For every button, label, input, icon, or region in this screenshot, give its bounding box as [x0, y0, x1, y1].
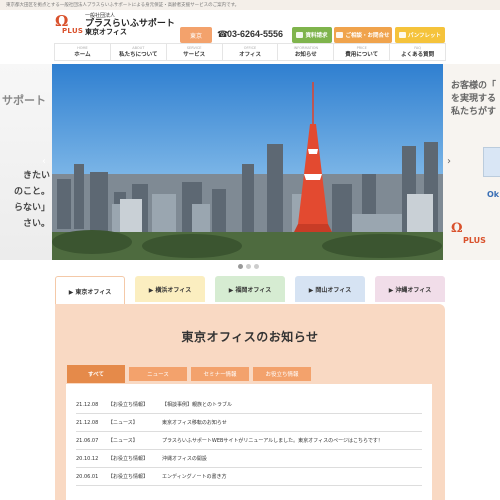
news-date: 20.10.12 [76, 455, 99, 462]
news-row[interactable]: 21.12.08 【お役立ち情報】 【相談事例】親族とのトラブル [76, 396, 422, 414]
news-title[interactable]: プラスらいふサポートWEBサイトがリニューアルしました。東京オフィスのページはこ… [162, 437, 422, 444]
news-category: 【お役立ち情報】 [108, 474, 149, 480]
nav-item-label: 私たちについて [119, 51, 158, 58]
prev-slide-line: らない」 [13, 203, 50, 213]
top-description: 東京都大田区を拠点とする一般社団法人プラスらいふサポートによる身元保証・高齢者支… [0, 0, 500, 10]
tab-fukuoka-office[interactable]: ▶ 福岡オフィス [215, 276, 285, 302]
site-header: Ω PLUS 一般社団法人 プラスらいふサポート 東京オフィス 東京 ☎ 03-… [0, 10, 500, 43]
tab-seminar[interactable]: セミナー情報 [191, 367, 249, 381]
news-category-tabs: すべて ニュース セミナー情報 お役立ち情報 [67, 365, 327, 383]
document-icon [296, 32, 304, 38]
tab-tokyo-office[interactable]: ▶ 東京オフィス [55, 276, 125, 306]
nav-item-about[interactable]: ABOUT 私たちについて [109, 44, 166, 60]
tab-news[interactable]: ニュース [129, 367, 187, 381]
prev-slide-text: きたい のこと。 らない」 さい。 [14, 168, 50, 232]
phone-number[interactable]: 03-6264-5556 [227, 29, 283, 39]
news-title[interactable]: 【相談事例】親族とのトラブル [162, 401, 422, 408]
news-date: 21.12.08 [76, 401, 99, 408]
tokyo-skyline-image [52, 64, 443, 260]
news-date: 20.06.01 [76, 473, 99, 480]
nav-item-label: ホーム [74, 51, 91, 58]
phone-icon: ☎ [217, 30, 229, 40]
brand-office: 東京オフィス [85, 28, 127, 37]
news-date: 21.06.07 [76, 437, 99, 444]
nav-item-label: オフィス [239, 51, 261, 58]
news-date: 21.12.08 [76, 419, 99, 426]
next-slide-logo-mark: Ω [451, 221, 463, 236]
pamphlet-label: パンフレット [407, 33, 442, 39]
panel-title: 東京オフィスのお知らせ [181, 330, 319, 344]
next-slide-line: を実現する [451, 94, 497, 104]
next-slide-line: お客様の「 [451, 81, 497, 91]
hero-slider: サポート きたい のこと。 らない」 さい。 お客様の「 を実現する 私たちがす… [0, 64, 500, 260]
nav-item-price[interactable]: PRICE 費用について [333, 44, 389, 60]
next-slide-line: 私たちがす [451, 107, 497, 117]
news-title[interactable]: エンディングノートの書き方 [162, 473, 422, 480]
news-row[interactable]: 20.06.01 【お役立ち情報】 エンディングノートの書き方 [76, 468, 422, 486]
news-row[interactable]: 21.12.08 【ニュース】 東京オフィス移転のお知らせ [76, 414, 422, 432]
nav-item-label: よくある質問 [401, 51, 435, 58]
nav-item-service[interactable]: SERVICE サービス [165, 44, 222, 60]
news-row[interactable]: 21.06.07 【ニュース】 プラスらいふサポートWEBサイトがリニューアルし… [76, 432, 422, 450]
logo[interactable]: Ω PLUS [55, 14, 84, 38]
pamphlet-button[interactable]: パンフレット [395, 27, 445, 43]
contact-button[interactable]: ご相談・お問合せ [334, 27, 392, 43]
nav-item-office[interactable]: OFFICE オフィス [221, 44, 278, 60]
prev-slide-heading: サポート [2, 94, 46, 107]
tab-okayama-office[interactable]: ▶ 岡山オフィス [295, 276, 365, 302]
slider-dot[interactable] [254, 264, 259, 269]
tab-okinawa-office[interactable]: ▶ 沖縄オフィス [375, 276, 445, 302]
brand-name[interactable]: 一般社団法人 プラスらいふサポート 東京オフィス [85, 13, 175, 37]
tab-all[interactable]: すべて [67, 365, 125, 383]
next-slide-ok: Ok [487, 190, 500, 199]
next-slide-text: お客様の「 を実現する 私たちがす [451, 80, 496, 119]
prev-slide-line: きたい [22, 171, 50, 181]
hero-image-tokyo-tower[interactable] [52, 64, 443, 260]
slider-dot[interactable] [246, 264, 251, 269]
tab-useful-info[interactable]: お役立ち情報 [253, 367, 311, 381]
nav-item-label: サービス [183, 51, 206, 58]
chevron-right-icon[interactable]: › [444, 156, 454, 167]
office-tabs: ▶ 東京オフィス ▶ 横浜オフィス ▶ 福岡オフィス ▶ 岡山オフィス ▶ 沖縄… [55, 276, 445, 306]
next-slide-image [483, 147, 500, 177]
global-nav: HOME ホーム ABOUT 私たちについて SERVICE サービス OFFI… [54, 43, 447, 61]
news-category: 【ニュース】 [108, 438, 138, 444]
chevron-left-icon[interactable]: ‹ [39, 156, 49, 167]
news-category: 【ニュース】 [108, 420, 138, 426]
nav-item-home[interactable]: HOME ホーム [54, 44, 110, 60]
contact-label: ご相談・お問合せ [345, 33, 390, 39]
area-button[interactable]: 東京 [180, 27, 212, 43]
docs-request-button[interactable]: 資料請求 [292, 27, 332, 43]
slider-dot[interactable] [238, 264, 243, 269]
news-list: 21.12.08 【お役立ち情報】 【相談事例】親族とのトラブル 21.12.0… [66, 384, 432, 500]
tab-yokohama-office[interactable]: ▶ 横浜オフィス [135, 276, 205, 302]
nav-item-information[interactable]: INFORMATION お知らせ [277, 44, 333, 60]
nav-item-label: お知らせ [294, 51, 317, 58]
image-icon [398, 32, 406, 38]
news-title[interactable]: 東京オフィス移転のお知らせ [162, 419, 422, 426]
mail-icon [336, 32, 344, 38]
slider-pagination [238, 264, 259, 269]
nav-item-faq[interactable]: FAQ よくある質問 [389, 44, 447, 60]
logo-plus-text: PLUS [62, 27, 84, 35]
next-slide-logo-text: PLUS [463, 236, 486, 245]
news-category: 【お役立ち情報】 [108, 456, 149, 462]
news-row[interactable]: 20.10.12 【お役立ち情報】 沖縄オフィスの開設 [76, 450, 422, 468]
office-news-panel: 東京オフィスのお知らせ すべて ニュース セミナー情報 お役立ち情報 21.12… [55, 304, 445, 500]
news-category: 【お役立ち情報】 [108, 402, 149, 408]
docs-request-label: 資料請求 [305, 33, 328, 39]
prev-slide-line: さい。 [22, 219, 50, 229]
nav-item-label: 費用について [345, 51, 379, 58]
prev-slide-line: のこと。 [13, 187, 50, 197]
news-title[interactable]: 沖縄オフィスの開設 [162, 455, 422, 462]
